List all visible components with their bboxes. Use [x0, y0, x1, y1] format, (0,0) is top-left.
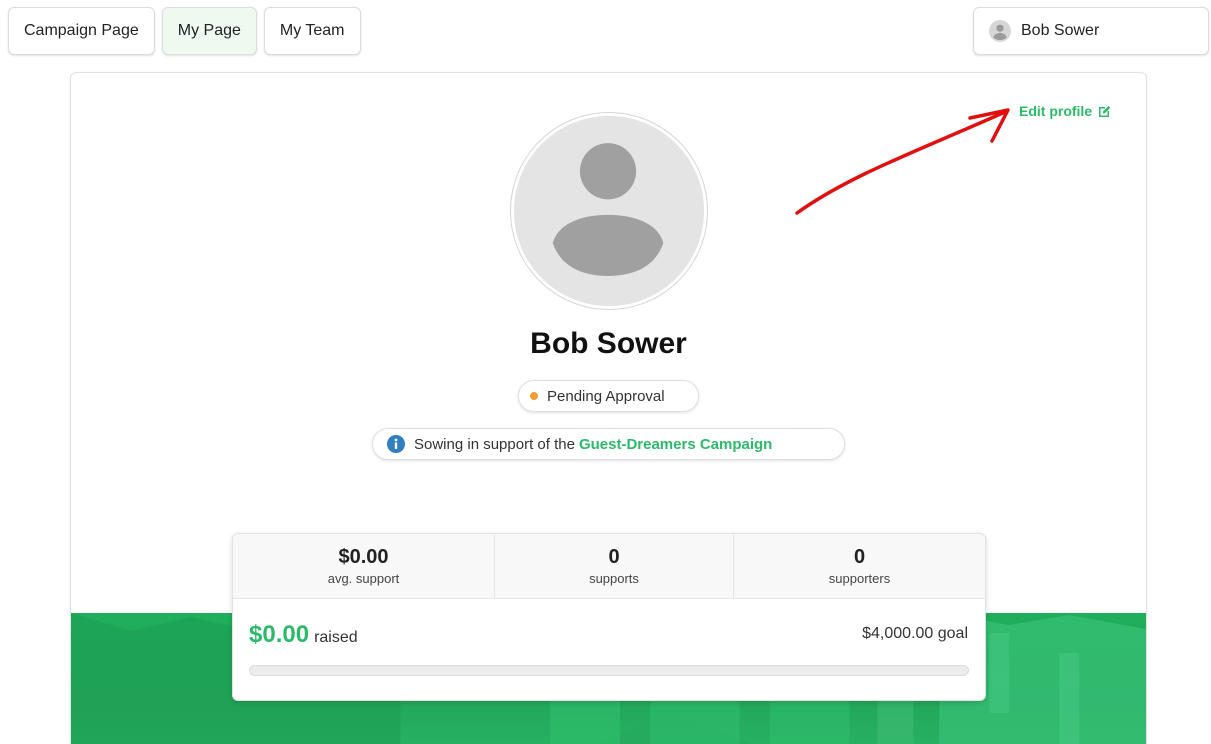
- top-nav: Campaign Page My Page My Team: [8, 7, 361, 55]
- user-circle-icon: [989, 20, 1011, 42]
- profile-avatar: [511, 113, 707, 309]
- stat-avg-support: $0.00 avg. support: [233, 534, 495, 598]
- raised-amount: $0.00: [249, 621, 310, 648]
- stat-value: 0: [608, 546, 620, 568]
- stat-value: $0.00: [338, 546, 389, 568]
- fundraising-progress: $0.00 raised $4,000.00 goal: [233, 599, 985, 700]
- stat-supporters: 0 supporters: [734, 534, 985, 598]
- stat-label: supports: [589, 571, 639, 586]
- edit-profile-label: Edit profile: [1019, 103, 1093, 119]
- status-badge: Pending Approval: [518, 380, 699, 412]
- stat-supports: 0 supports: [495, 534, 734, 598]
- edit-icon: [1099, 106, 1111, 117]
- stat-label: supporters: [828, 571, 891, 586]
- stat-label: avg. support: [327, 571, 400, 586]
- profile-card: Edit profile Bob Sower Pending Approval …: [70, 72, 1147, 744]
- progress-bar: [249, 665, 969, 676]
- goal-amount: $4,000.00 goal: [862, 625, 968, 642]
- tab-my-page[interactable]: My Page: [161, 7, 257, 55]
- stat-value: 0: [853, 546, 866, 568]
- status-dot-icon: [530, 392, 538, 400]
- raised-summary: $0.00 raised: [249, 621, 358, 649]
- status-label: Pending Approval: [547, 387, 665, 405]
- edit-profile-link[interactable]: Edit profile: [1019, 103, 1112, 119]
- profile-name: Bob Sower: [530, 327, 687, 360]
- raised-label: raised: [314, 629, 358, 646]
- stats-panel: $0.00 avg. support 0 supports 0 supporte…: [232, 533, 986, 701]
- support-text: Sowing in support of the: [414, 435, 575, 453]
- tab-my-team[interactable]: My Team: [263, 7, 361, 55]
- user-placeholder-icon: [514, 116, 704, 306]
- user-menu-button[interactable]: Bob Sower: [973, 7, 1209, 55]
- campaign-link[interactable]: Guest-Dreamers Campaign: [579, 436, 772, 453]
- user-menu-name: Bob Sower: [1021, 22, 1100, 39]
- campaign-support-badge: Sowing in support of the Guest-Dreamers C…: [372, 428, 845, 460]
- stats-row: $0.00 avg. support 0 supports 0 supporte…: [233, 534, 985, 599]
- info-icon: [387, 435, 405, 453]
- tab-campaign-page[interactable]: Campaign Page: [8, 7, 155, 55]
